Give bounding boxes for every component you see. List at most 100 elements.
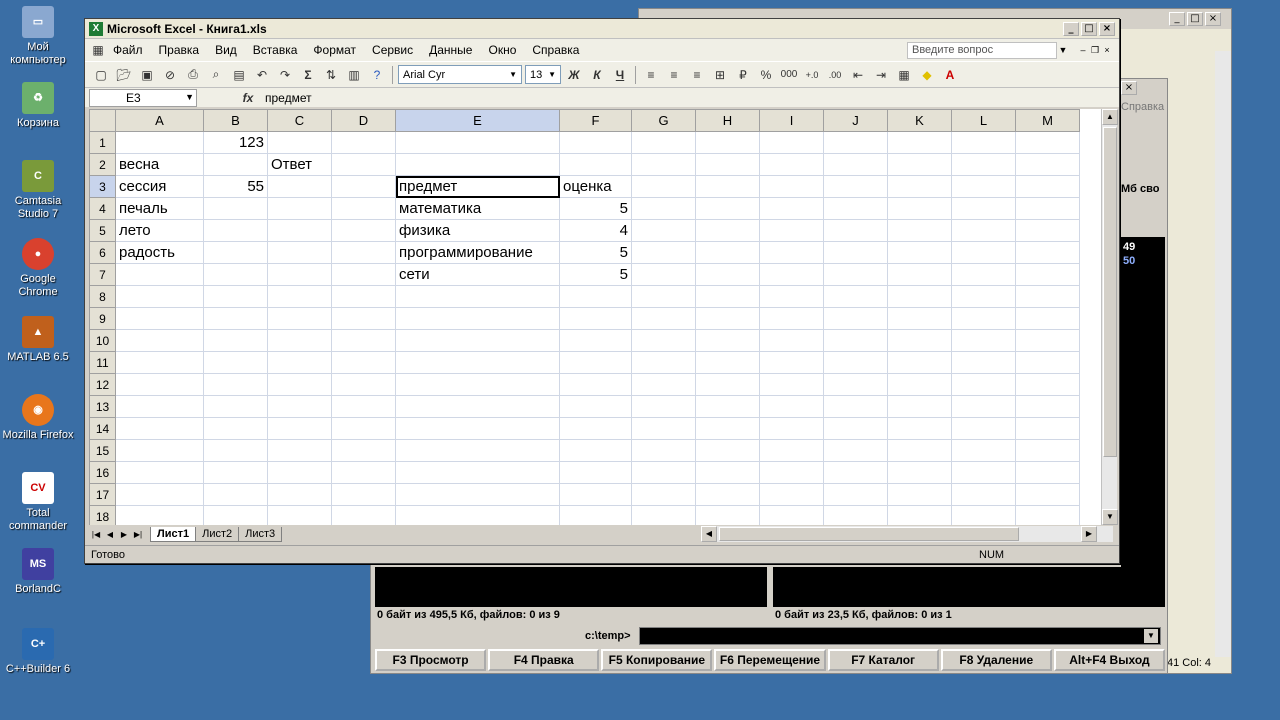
cell[interactable]: [559, 373, 632, 396]
cell[interactable]: [1015, 197, 1080, 220]
cell[interactable]: [823, 373, 888, 396]
underline-icon[interactable]: Ч: [610, 65, 630, 85]
cell[interactable]: [887, 131, 952, 154]
cell[interactable]: [267, 373, 332, 396]
cell[interactable]: [823, 351, 888, 374]
cell[interactable]: [331, 285, 396, 308]
row-header[interactable]: 4: [89, 197, 116, 220]
cell[interactable]: [631, 241, 696, 264]
print-preview-icon[interactable]: ⌕: [206, 65, 226, 85]
prev-sheet-icon[interactable]: ◀: [103, 530, 117, 539]
row-header[interactable]: 2: [89, 153, 116, 176]
cell[interactable]: [695, 131, 760, 154]
cell[interactable]: [267, 351, 332, 374]
permission-icon[interactable]: ⊘: [160, 65, 180, 85]
cell[interactable]: 55: [203, 175, 268, 198]
cell[interactable]: [759, 505, 824, 525]
cell[interactable]: [823, 439, 888, 462]
cell[interactable]: [951, 461, 1016, 484]
row-header[interactable]: 16: [89, 461, 116, 484]
merge-center-icon[interactable]: ⊞: [710, 65, 730, 85]
new-document-icon[interactable]: ▢: [91, 65, 111, 85]
cell[interactable]: предмет: [395, 175, 560, 198]
cell[interactable]: [203, 197, 268, 220]
cell[interactable]: [395, 395, 560, 418]
italic-icon[interactable]: К: [587, 65, 607, 85]
sheet-tab-1[interactable]: Лист1: [150, 526, 197, 542]
increase-decimal-icon[interactable]: +.0: [802, 65, 822, 85]
cell[interactable]: [331, 461, 396, 484]
cell[interactable]: [951, 131, 1016, 154]
cell[interactable]: [951, 241, 1016, 264]
cell[interactable]: [695, 241, 760, 264]
desktop-icon-borlandc[interactable]: MS BorlandC: [0, 548, 76, 596]
cell[interactable]: [395, 285, 560, 308]
undo-icon[interactable]: ↶: [252, 65, 272, 85]
cell[interactable]: [203, 241, 268, 264]
menu-edit[interactable]: Правка: [151, 43, 208, 57]
cell[interactable]: [331, 351, 396, 374]
cell[interactable]: [115, 505, 204, 525]
cell[interactable]: [631, 351, 696, 374]
cell[interactable]: [759, 131, 824, 154]
thousands-icon[interactable]: 000: [779, 65, 799, 85]
cell[interactable]: [203, 329, 268, 352]
cell[interactable]: [115, 351, 204, 374]
select-all-corner[interactable]: [89, 109, 116, 132]
desktop-icon-my-computer[interactable]: ▭ Мой компьютер: [0, 6, 76, 67]
cell[interactable]: [331, 153, 396, 176]
cell[interactable]: [267, 439, 332, 462]
cell[interactable]: [203, 263, 268, 286]
name-box[interactable]: E3 ▼: [89, 88, 197, 107]
scroll-down-icon[interactable]: ▼: [1102, 509, 1118, 525]
cell[interactable]: [331, 175, 396, 198]
cell[interactable]: [887, 263, 952, 286]
cell[interactable]: [695, 285, 760, 308]
cell[interactable]: [823, 219, 888, 242]
desktop-icon-cppbuilder[interactable]: C+ C++Builder 6: [0, 628, 76, 676]
row-header[interactable]: 5: [89, 219, 116, 242]
f5-copy-button[interactable]: F5 Копирование: [601, 649, 713, 671]
cell[interactable]: [203, 373, 268, 396]
menu-window[interactable]: Окно: [480, 43, 524, 57]
cell[interactable]: [331, 483, 396, 506]
cell[interactable]: [203, 307, 268, 330]
cell[interactable]: [115, 461, 204, 484]
cell[interactable]: [823, 175, 888, 198]
maximize-icon[interactable]: □: [1081, 22, 1097, 36]
cell[interactable]: [695, 329, 760, 352]
cell[interactable]: [395, 131, 560, 154]
cell[interactable]: сессия: [115, 175, 204, 198]
row-header[interactable]: 15: [89, 439, 116, 462]
column-header[interactable]: A: [115, 109, 204, 132]
cell[interactable]: [695, 197, 760, 220]
cell[interactable]: [823, 131, 888, 154]
cell[interactable]: [951, 197, 1016, 220]
cell[interactable]: математика: [395, 197, 560, 220]
minimize-icon[interactable]: –: [1077, 45, 1089, 55]
help-icon[interactable]: ?: [367, 65, 387, 85]
scroll-up-icon[interactable]: ▲: [1102, 109, 1118, 125]
desktop-icon-camtasia[interactable]: C Camtasia Studio 7: [0, 160, 76, 221]
cell[interactable]: [695, 439, 760, 462]
menu-help[interactable]: Справка: [524, 43, 587, 57]
cell[interactable]: [1015, 395, 1080, 418]
cell[interactable]: [887, 219, 952, 242]
row-header[interactable]: 12: [89, 373, 116, 396]
decrease-indent-icon[interactable]: ⇤: [848, 65, 868, 85]
cell[interactable]: [887, 483, 952, 506]
cell[interactable]: [203, 417, 268, 440]
row-header[interactable]: 10: [89, 329, 116, 352]
close-icon[interactable]: ×: [1101, 45, 1113, 55]
cell[interactable]: [559, 329, 632, 352]
cell[interactable]: [951, 483, 1016, 506]
cell[interactable]: 5: [559, 241, 632, 264]
cell[interactable]: [951, 153, 1016, 176]
font-name-select[interactable]: Arial Cyr ▼: [398, 65, 522, 84]
font-color-icon[interactable]: A: [940, 65, 960, 85]
column-header[interactable]: G: [631, 109, 696, 132]
cell[interactable]: [203, 505, 268, 525]
cell[interactable]: [951, 307, 1016, 330]
cell[interactable]: [1015, 263, 1080, 286]
cell[interactable]: [951, 417, 1016, 440]
